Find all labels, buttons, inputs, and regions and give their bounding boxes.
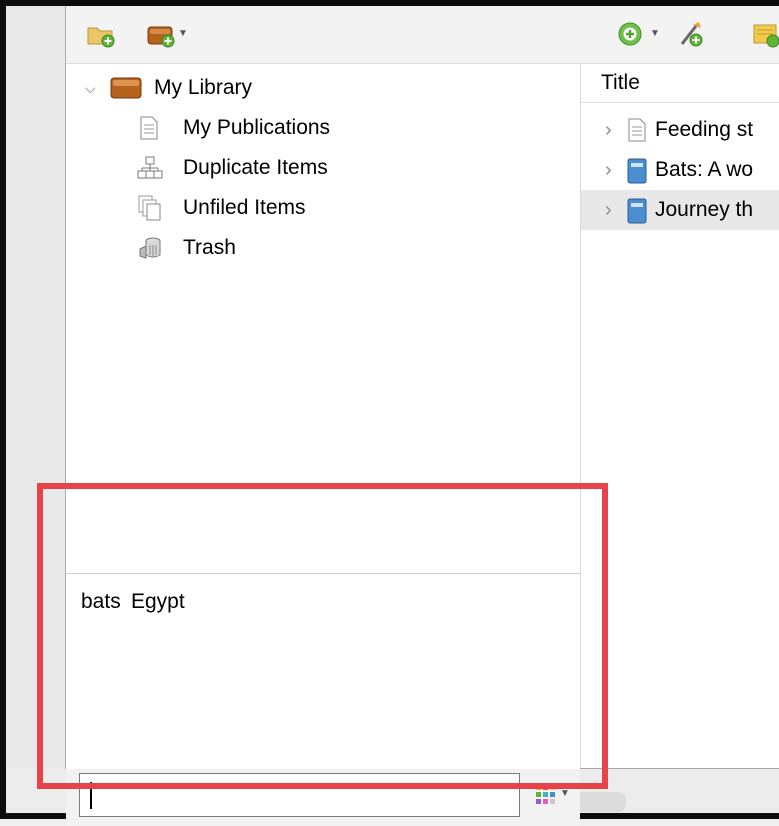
- item-row-selected[interactable]: › Journey th: [581, 190, 779, 230]
- tag-colors-icon: [536, 785, 555, 804]
- tag-actions-button[interactable]: ▼: [534, 783, 574, 807]
- column-header-title[interactable]: Title: [581, 64, 779, 103]
- new-note-icon: [753, 24, 779, 48]
- tag-filter-input[interactable]: [79, 773, 520, 817]
- chevron-down-icon: ▼: [178, 28, 188, 39]
- tag-filter-bar: ▼: [66, 769, 580, 826]
- unfiled-icon: [138, 195, 161, 221]
- new-item-button[interactable]: ▼: [616, 20, 664, 48]
- tree-item-duplicate-items[interactable]: Duplicate Items: [66, 150, 580, 186]
- book-icon: [627, 158, 647, 184]
- tree-item-my-library[interactable]: ⌵ My Library: [66, 70, 580, 106]
- new-library-button[interactable]: ▼: [146, 20, 192, 48]
- items-pane: Title › Feeding st › Bats: A wo › Journe…: [581, 64, 779, 768]
- collections-pane: ⌵ My Library My Publications Duplicate I…: [66, 64, 580, 826]
- tree-item-trash[interactable]: Trash: [66, 230, 580, 266]
- main-toolbar: ▼ ▼: [66, 6, 779, 64]
- tag-egypt[interactable]: Egypt: [131, 590, 185, 614]
- tag-bats[interactable]: bats: [81, 590, 121, 614]
- tree-item-label: Duplicate Items: [183, 156, 328, 179]
- tree-item-unfiled-items[interactable]: Unfiled Items: [66, 190, 580, 226]
- item-row[interactable]: › Feeding st: [581, 110, 779, 150]
- tree-item-label: Trash: [183, 236, 236, 259]
- trash-icon: [139, 237, 161, 259]
- document-icon: [628, 118, 646, 142]
- chevron-down-icon[interactable]: ⌵: [85, 70, 96, 106]
- new-collection-button[interactable]: [86, 20, 116, 48]
- text-caret: [90, 782, 92, 809]
- background-window-strip: [6, 6, 66, 813]
- zotero-window: ▼ ▼ ⌵ My Library My Publications Duplica…: [65, 6, 779, 826]
- new-library-icon: [147, 26, 175, 48]
- chevron-right-icon[interactable]: ›: [605, 150, 612, 190]
- item-title: Journey th: [655, 198, 754, 221]
- tree-item-label: My Library: [154, 76, 253, 99]
- tag-selector: bats Egypt: [66, 574, 580, 770]
- chevron-down-icon: ▼: [560, 788, 570, 799]
- duplicate-icon: [137, 156, 163, 179]
- item-row[interactable]: › Bats: A wo: [581, 150, 779, 190]
- new-collection-icon: [87, 27, 115, 48]
- column-header-label: Title: [601, 71, 640, 94]
- library-box-icon: [110, 77, 142, 99]
- tree-item-label: Unfiled Items: [183, 196, 306, 219]
- add-by-identifier-icon: [680, 22, 703, 47]
- chevron-right-icon[interactable]: ›: [605, 110, 612, 150]
- new-note-button[interactable]: [751, 20, 779, 48]
- chevron-right-icon[interactable]: ›: [605, 190, 612, 230]
- document-icon: [140, 116, 158, 140]
- new-item-icon: [618, 22, 642, 46]
- book-icon: [627, 198, 647, 224]
- item-title: Bats: A wo: [655, 158, 754, 181]
- tree-item-label: My Publications: [183, 116, 331, 139]
- add-by-identifier-button[interactable]: [676, 20, 706, 48]
- chevron-down-icon: ▼: [650, 28, 660, 39]
- tree-item-my-publications[interactable]: My Publications: [66, 110, 580, 146]
- item-title: Feeding st: [655, 118, 754, 141]
